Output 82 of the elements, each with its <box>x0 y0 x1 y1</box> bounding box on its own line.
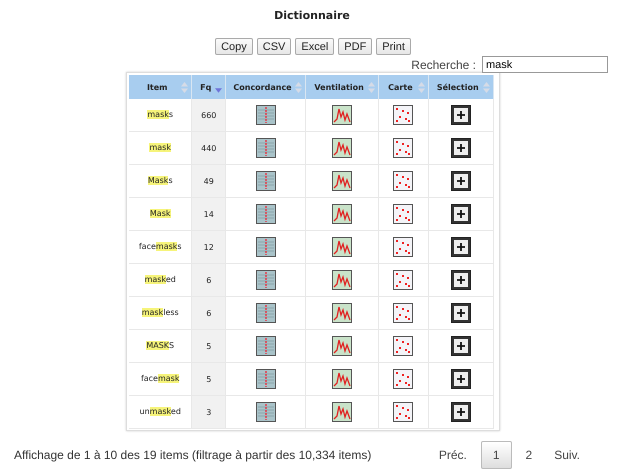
column-header[interactable]: Ventilation <box>305 75 379 99</box>
frequency-cell: 5 <box>206 374 212 384</box>
item-cell: unmasked <box>140 406 181 418</box>
line-chart-icon[interactable] <box>332 303 352 323</box>
concordance-icon[interactable] <box>256 336 276 356</box>
page-link[interactable]: 2 <box>518 442 540 468</box>
results-info: Affichage de 1 à 10 des 19 items (filtrage à partir des 10,334 items) <box>14 448 372 462</box>
line-chart-icon[interactable] <box>332 204 352 224</box>
frequency-cell: 3 <box>206 408 212 416</box>
export-button[interactable]: Copy <box>215 38 253 55</box>
page-title: Dictionnaire <box>273 8 351 24</box>
page-link[interactable]: 1 <box>480 441 512 469</box>
sort-descending-icon <box>215 88 222 93</box>
frequency-cell: 14 <box>204 210 214 218</box>
column-header[interactable]: Fq <box>192 75 226 99</box>
concordance-icon[interactable] <box>256 369 276 389</box>
export-button[interactable]: Print <box>376 38 411 55</box>
scatter-map-icon[interactable] <box>393 105 414 125</box>
select-plus-icon[interactable] <box>450 105 471 125</box>
column-header[interactable]: Concordance <box>226 75 306 99</box>
column-header[interactable]: Item <box>129 75 192 99</box>
scatter-map-icon[interactable] <box>393 171 414 191</box>
line-chart-icon[interactable] <box>332 138 352 158</box>
item-cell: Mask <box>150 208 171 220</box>
next-link[interactable]: Suiv. <box>546 442 588 468</box>
sort-icon <box>418 82 425 93</box>
frequency-cell: 6 <box>206 308 212 318</box>
scatter-map-icon[interactable] <box>393 336 414 356</box>
scatter-map-icon[interactable] <box>393 270 414 290</box>
concordance-icon[interactable] <box>256 303 276 323</box>
frequency-cell: 49 <box>204 176 214 186</box>
column-header[interactable]: Carte <box>378 75 428 99</box>
line-chart-icon[interactable] <box>332 336 352 356</box>
export-button[interactable]: CSV <box>256 38 292 55</box>
item-cell: masked <box>144 274 176 286</box>
export-button[interactable]: Excel <box>295 38 334 55</box>
select-plus-icon[interactable] <box>450 336 471 356</box>
select-plus-icon[interactable] <box>450 270 471 290</box>
sort-icon <box>294 82 302 93</box>
line-chart-icon[interactable] <box>332 105 352 125</box>
concordance-icon[interactable] <box>256 270 276 290</box>
select-plus-icon[interactable] <box>450 369 471 389</box>
concordance-icon[interactable] <box>256 138 276 158</box>
sort-icon <box>368 82 376 93</box>
sort-icon <box>483 82 490 93</box>
frequency-cell: 440 <box>201 144 216 152</box>
column-header[interactable]: Sélection <box>428 75 494 99</box>
line-chart-icon[interactable] <box>332 402 352 422</box>
select-plus-icon[interactable] <box>450 237 471 257</box>
item-cell: MASKS <box>146 340 174 352</box>
select-plus-icon[interactable] <box>450 171 471 191</box>
scatter-map-icon[interactable] <box>393 369 414 389</box>
line-chart-icon[interactable] <box>332 369 352 389</box>
concordance-icon[interactable] <box>256 402 276 422</box>
concordance-icon[interactable] <box>256 237 276 257</box>
frequency-cell: 12 <box>204 242 214 252</box>
scatter-map-icon[interactable] <box>393 204 414 224</box>
frequency-cell: 6 <box>206 276 212 284</box>
frequency-cell: 660 <box>201 110 216 120</box>
concordance-icon[interactable] <box>256 171 276 191</box>
scatter-map-icon[interactable] <box>393 402 414 422</box>
select-plus-icon[interactable] <box>450 138 471 158</box>
previous-link[interactable]: Préc. <box>430 442 475 468</box>
line-chart-icon[interactable] <box>332 270 352 290</box>
select-plus-icon[interactable] <box>450 303 471 323</box>
concordance-icon[interactable] <box>256 204 276 224</box>
concordance-icon[interactable] <box>256 105 276 125</box>
item-cell: masks <box>147 109 174 121</box>
item-cell: maskless <box>142 307 179 319</box>
select-plus-icon[interactable] <box>450 402 471 422</box>
sort-icon <box>181 82 188 93</box>
line-chart-icon[interactable] <box>332 237 352 257</box>
scatter-map-icon[interactable] <box>393 303 414 323</box>
line-chart-icon[interactable] <box>332 171 352 191</box>
scatter-map-icon[interactable] <box>393 237 414 257</box>
search-field[interactable]: mask <box>482 56 608 73</box>
search-label: Recherche : <box>411 58 476 72</box>
frequency-cell: 5 <box>206 342 212 350</box>
export-button[interactable]: PDF <box>338 38 372 55</box>
scatter-map-icon[interactable] <box>393 138 414 158</box>
select-plus-icon[interactable] <box>450 204 471 224</box>
item-cell: mask <box>149 142 171 154</box>
